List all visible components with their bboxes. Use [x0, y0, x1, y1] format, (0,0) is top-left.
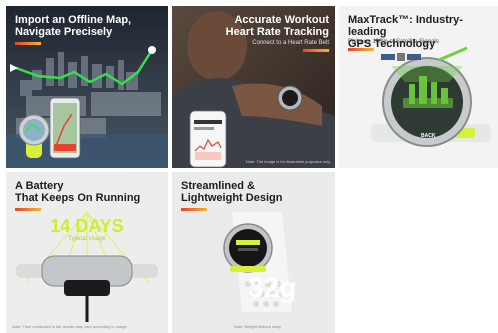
heart-subtitle: Connect to a Heart Rate Belt — [252, 40, 329, 46]
map-title: Import an Offline Map, Navigate Precisel… — [15, 14, 131, 38]
heart-footnote: Note: The image is for illustration purp… — [245, 159, 331, 164]
map-title-line2: Navigate Precisely — [15, 26, 113, 38]
tile-offline-map: Import an Offline Map, Navigate Precisel… — [6, 6, 168, 168]
weight-title: Streamlined & Lightweight Design — [181, 180, 282, 204]
weight-title-line2: Lightweight Design — [181, 192, 283, 204]
battery-footnote: Note: Time conducted in lab results may … — [12, 324, 128, 329]
satellite-icon — [381, 53, 421, 61]
battery-title-line2: That Keeps On Running — [15, 192, 141, 204]
accent-bar — [15, 42, 41, 45]
phone-heart-rate-screen — [189, 110, 227, 168]
weight-footnote: Note: Weight without strap — [234, 324, 281, 329]
gps-subtitle: Picks up 100% of Satellite Signals — [348, 39, 439, 45]
tile-gps: MaxTrack™: Industry-leading GPS Technolo… — [339, 6, 498, 168]
tile-weight: Streamlined & Lightweight Design 32g Not… — [172, 172, 335, 333]
back-badge: BACK — [421, 133, 436, 139]
wrist-watch — [277, 85, 303, 111]
weight-title-line1: Streamlined & — [181, 180, 255, 192]
battery-days: 14 DAYS — [50, 216, 124, 236]
accent-bar — [181, 208, 207, 211]
accent-bar — [303, 49, 329, 52]
heart-title-line1: Accurate Workout — [234, 14, 329, 26]
battery-usage-label: Typical Usage — [68, 236, 106, 242]
accent-bar — [348, 48, 374, 51]
weight-value: 32g — [248, 272, 297, 303]
destination-flag-icon — [148, 46, 156, 54]
map-title-line1: Import an Offline Map, — [15, 14, 132, 26]
phone-with-map — [49, 97, 81, 159]
tile-heart-rate: Accurate Workout Heart Rate Tracking Con… — [172, 6, 335, 168]
battery-title-line1: A Battery — [15, 180, 64, 192]
heart-title-line2: Heart Rate Tracking — [225, 26, 329, 38]
tile-battery: A Battery That Keeps On Running 14 DAYS … — [6, 172, 168, 333]
accent-bar — [15, 208, 41, 211]
heart-title: Accurate Workout Heart Rate Tracking — [226, 14, 329, 38]
battery-title: A Battery That Keeps On Running — [15, 180, 140, 204]
gps-title-line1: MaxTrack™: Industry-leading — [348, 14, 463, 38]
